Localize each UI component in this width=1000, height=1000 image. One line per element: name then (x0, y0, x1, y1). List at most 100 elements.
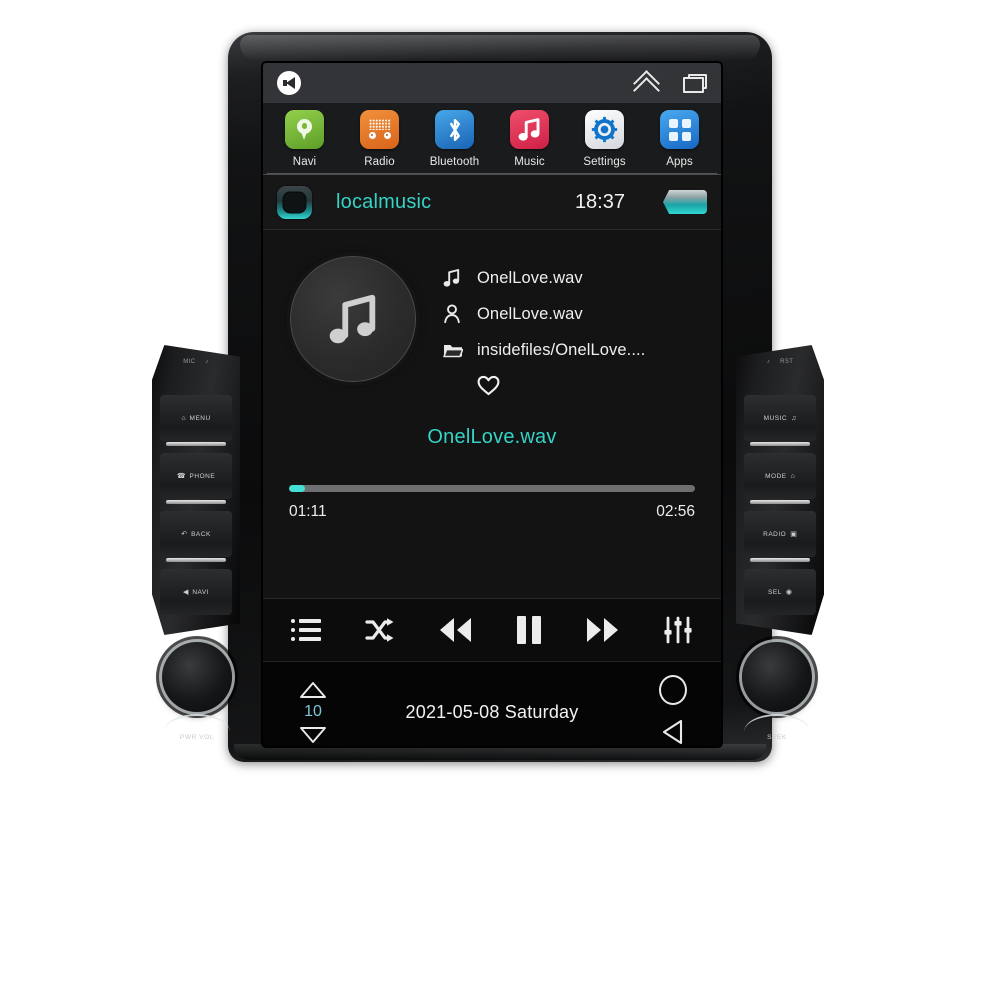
progress-bar[interactable] (263, 485, 721, 492)
back-triangle-icon[interactable] (661, 719, 685, 747)
seek-knob[interactable]: SEEK (734, 640, 820, 752)
app-shortcut-settings[interactable]: Settings (570, 110, 640, 171)
knob-label-pwr-vol: PWR VOL (179, 734, 215, 741)
knob-arc (164, 714, 230, 736)
hw-button-label: RADIO (763, 530, 787, 538)
sel-glyph-icon: ◉ (785, 589, 792, 596)
app-shortcut-bar: Navi Radio Bluetooth Music Settings Apps (263, 103, 721, 175)
hw-button-label: NAVI (192, 588, 210, 596)
hw-button-menu[interactable]: ⌂ MENU (160, 395, 232, 446)
equalizer-button[interactable] (652, 607, 704, 653)
hw-button-label: PHONE (189, 472, 216, 480)
triangle-down-icon[interactable] (299, 726, 327, 744)
knob-label-seek: SEEK (767, 734, 787, 741)
music-glyph-icon: ♫ (791, 414, 797, 422)
radio-glyph-icon: ▣ (790, 531, 797, 538)
app-label-settings: Settings (583, 156, 626, 168)
double-chevron-up-icon[interactable] (633, 70, 660, 104)
transport-controls (263, 598, 721, 661)
elapsed-time: 01:11 (289, 503, 327, 520)
app-label-radio: Radio (364, 156, 395, 168)
hw-button-music[interactable]: MUSIC ♫ (744, 395, 816, 446)
volume-stepper[interactable]: 10 (281, 662, 345, 746)
home-glyph-icon: ⌂ (181, 414, 186, 422)
heart-outline-icon[interactable] (477, 375, 500, 401)
knob-body[interactable] (742, 642, 812, 712)
track-artist-row: OnelLove.wav (443, 296, 721, 332)
screenshot-stage: Navi Radio Bluetooth Music Settings Apps… (0, 0, 1000, 1000)
speaker-glyph (282, 77, 296, 89)
rounded-square-icon[interactable] (277, 185, 312, 219)
mic-label: MIC (183, 359, 196, 365)
app-shortcut-bluetooth[interactable]: Bluetooth (420, 110, 490, 171)
app-name: localmusic (336, 190, 432, 213)
time-row: 01:11 02:56 (263, 503, 721, 521)
app-shortcut-row: Navi Radio Bluetooth Music Settings Apps (267, 110, 717, 171)
hw-button-label: SEL (768, 588, 782, 596)
track-folder: insidefiles/OnelLove.... (477, 340, 646, 359)
music-note-icon (443, 268, 477, 288)
previous-button[interactable] (429, 607, 481, 653)
list-icon (291, 619, 322, 641)
touchscreen-display[interactable]: Navi Radio Bluetooth Music Settings Apps… (263, 63, 721, 746)
app-label-apps: Apps (666, 156, 693, 168)
system-bottom-bar: 10 2021-05-08 Saturday (263, 661, 721, 746)
app-bar-divider (267, 173, 717, 174)
grid-apps-icon (660, 110, 699, 149)
left-top-glyph: ♪ (205, 359, 209, 365)
hw-button-radio[interactable]: RADIO ▣ (744, 511, 816, 562)
hw-button-mode[interactable]: MODE ⌂ (744, 453, 816, 504)
pause-button[interactable] (503, 607, 555, 653)
hw-button-back[interactable]: ↶ BACK (160, 511, 232, 562)
app-shortcut-apps[interactable]: Apps (645, 110, 715, 171)
hw-button-sel[interactable]: SEL ◉ (744, 569, 816, 615)
phone-glyph-icon: ☎ (176, 473, 186, 480)
recent-apps-icon[interactable] (683, 73, 707, 93)
shuffle-icon (365, 618, 394, 642)
navigation-keys (645, 662, 701, 746)
total-duration: 02:56 (656, 503, 695, 520)
hw-button-label: MUSIC (763, 414, 788, 422)
radio-icon (360, 110, 399, 149)
app-label-music: Music (514, 156, 545, 168)
power-volume-knob[interactable]: PWR VOL (154, 640, 240, 752)
equalizer-icon (664, 616, 692, 644)
shuffle-button[interactable] (354, 607, 406, 653)
pause-icon (517, 616, 542, 644)
left-panel-top-labels: MIC ♪ (152, 359, 240, 365)
album-art-wrapper (263, 256, 443, 408)
music-note-icon (329, 294, 376, 344)
volume-level: 10 (304, 702, 322, 720)
home-circle-icon[interactable] (659, 674, 687, 705)
speaker-icon[interactable] (277, 71, 301, 95)
hw-button-label: MENU (189, 414, 211, 422)
app-title-bar: localmusic 18:37 (263, 175, 721, 230)
person-icon (443, 304, 477, 324)
right-button-panel: ♪ RST MUSIC ♫ MODE ⌂ RADIO ▣ SEL ◉ (736, 345, 824, 635)
music-note-icon (510, 110, 549, 149)
app-shortcut-music[interactable]: Music (495, 110, 565, 171)
app-shortcut-radio[interactable]: Radio (345, 110, 415, 171)
right-panel-top-labels: ♪ RST (736, 359, 824, 365)
battery-pill-icon (663, 190, 707, 214)
track-folder-row: insidefiles/OnelLove.... (443, 332, 721, 368)
triangle-up-icon[interactable] (299, 681, 327, 698)
hw-button-navi[interactable]: ◀ NAVI (160, 569, 232, 615)
track-title: OnelLove.wav (477, 268, 583, 287)
back-glyph-icon: ↶ (181, 531, 188, 538)
knob-body[interactable] (162, 642, 232, 712)
app-shortcut-navi[interactable]: Navi (270, 110, 340, 171)
playlist-button[interactable] (280, 607, 332, 653)
next-button[interactable] (577, 607, 629, 653)
album-art (290, 256, 416, 382)
track-title-row: OnelLove.wav (443, 260, 721, 296)
map-pin-icon (285, 110, 324, 149)
progress-track[interactable] (289, 485, 695, 492)
car-head-unit: Navi Radio Bluetooth Music Settings Apps… (228, 32, 772, 762)
hw-button-phone[interactable]: ☎ PHONE (160, 453, 232, 504)
next-track-icon (587, 618, 619, 642)
app-label-navi: Navi (292, 156, 317, 168)
mode-glyph-icon: ⌂ (790, 472, 795, 480)
progress-fill (289, 485, 306, 492)
gear-icon (585, 110, 624, 149)
